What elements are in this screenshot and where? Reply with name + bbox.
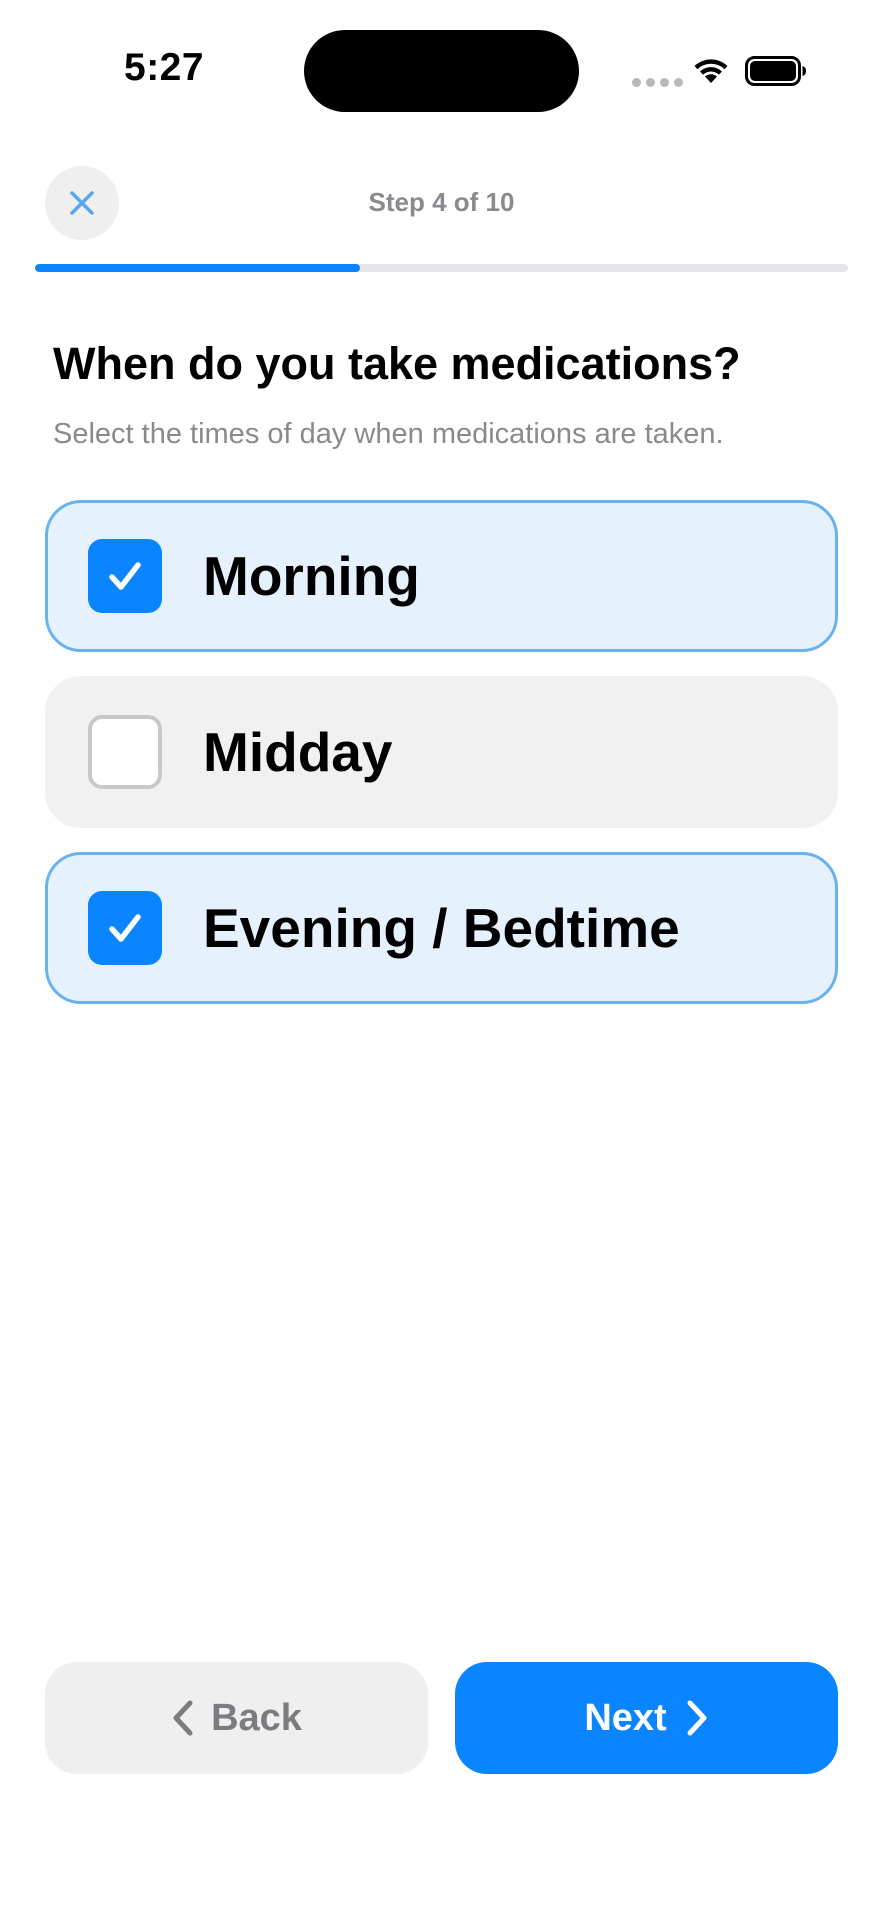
option-label: Evening / Bedtime [203, 897, 680, 959]
option-evening-bedtime[interactable]: Evening / Bedtime [45, 852, 838, 1004]
chevron-right-icon [687, 1700, 707, 1736]
checkbox-checked[interactable] [88, 539, 162, 613]
option-midday[interactable]: Midday [45, 676, 838, 828]
wifi-icon [694, 59, 728, 83]
cellular-signal-icon [632, 78, 683, 87]
checkmark-icon [109, 562, 141, 590]
dynamic-island [304, 30, 579, 112]
next-button[interactable]: Next [455, 1662, 838, 1774]
battery-icon [745, 56, 806, 86]
chevron-left-icon [173, 1700, 193, 1736]
next-button-label: Next [584, 1696, 667, 1739]
option-label: Morning [203, 545, 420, 607]
option-morning[interactable]: Morning [45, 500, 838, 652]
back-button-label: Back [211, 1696, 302, 1739]
page-title: When do you take medications? [53, 338, 741, 389]
back-button[interactable]: Back [45, 1662, 428, 1774]
page-subtitle: Select the times of day when medications… [53, 418, 724, 450]
progress-bar [35, 264, 848, 272]
status-time: 5:27 [124, 46, 205, 89]
onboarding-screen: 5:27 Step 4 of 10 When do you take medic… [0, 0, 883, 1920]
checkbox-checked[interactable] [88, 891, 162, 965]
progress-fill [35, 264, 361, 272]
option-label: Midday [203, 721, 393, 783]
checkmark-icon [109, 914, 141, 942]
step-indicator: Step 4 of 10 [368, 187, 515, 217]
checkbox-unchecked[interactable] [88, 715, 162, 789]
